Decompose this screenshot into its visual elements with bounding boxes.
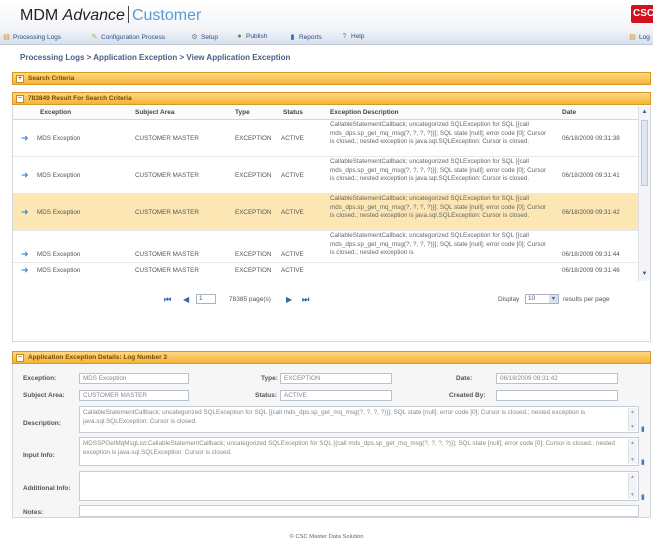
col-exception[interactable]: Exception bbox=[40, 109, 71, 116]
col-description[interactable]: Exception Description bbox=[330, 109, 399, 116]
csc-logo: CSC bbox=[631, 5, 653, 23]
prev-page-icon[interactable]: ◀ bbox=[183, 295, 189, 304]
col-status[interactable]: Status bbox=[283, 109, 303, 116]
log-icon: ▤ bbox=[629, 34, 636, 41]
input-info-label: Input Info: bbox=[23, 452, 55, 459]
configuration-icon: ✎ bbox=[91, 34, 98, 41]
gear-icon: ⚙ bbox=[191, 34, 198, 41]
resize-icon[interactable]: ▮ bbox=[641, 458, 645, 466]
scroll-down-icon[interactable]: ▼ bbox=[640, 270, 649, 279]
col-type[interactable]: Type bbox=[235, 109, 250, 116]
table-row[interactable]: ➜ MDS Exception CUSTOMER MASTER EXCEPTIO… bbox=[13, 120, 638, 157]
type-label: Type: bbox=[261, 375, 278, 382]
nav-log[interactable]: ▤ Log bbox=[628, 33, 650, 41]
chevron-down-icon[interactable]: ▼ bbox=[549, 295, 558, 303]
scroll-up-icon[interactable]: ▲ bbox=[640, 108, 649, 117]
nav-publish[interactable]: ● Publish bbox=[235, 33, 267, 40]
app-header: MDM Advance Customer CSC bbox=[0, 0, 653, 31]
description-label: Description: bbox=[23, 420, 61, 427]
results-scrollbar[interactable]: ▲ ▼ bbox=[638, 106, 650, 281]
footer: © CSC Master Data Solution bbox=[289, 534, 364, 540]
nav-help[interactable]: ? Help bbox=[340, 33, 365, 40]
status-label: Status: bbox=[255, 392, 278, 399]
display-label: Display bbox=[498, 296, 520, 303]
resize-icon[interactable]: ▮ bbox=[641, 425, 645, 433]
resize-icon[interactable]: ▮ bbox=[641, 493, 645, 501]
table-row[interactable]: ➜ MDS Exception CUSTOMER MASTER EXCEPTIO… bbox=[13, 263, 638, 279]
results-table: Exception Subject Area Type Status Excep… bbox=[12, 106, 651, 342]
type-field[interactable]: EXCEPTION bbox=[280, 373, 392, 384]
arrow-right-icon[interactable]: ➜ bbox=[21, 133, 29, 144]
additional-info-field[interactable] bbox=[79, 471, 639, 501]
arrow-right-icon[interactable]: ➜ bbox=[21, 265, 29, 276]
additional-info-label: Additional Info: bbox=[23, 485, 71, 492]
nav-configuration-process[interactable]: ✎ Configuration Process bbox=[90, 33, 165, 41]
created-by-field[interactable] bbox=[496, 390, 618, 401]
arrow-right-icon[interactable]: ➜ bbox=[21, 207, 29, 218]
arrow-right-icon[interactable]: ➜ bbox=[21, 170, 29, 181]
exception-field[interactable]: MDS Exception bbox=[79, 373, 189, 384]
arrow-right-icon[interactable]: ➜ bbox=[21, 249, 29, 260]
first-page-icon[interactable]: ⏮ bbox=[164, 295, 171, 305]
table-row-selected[interactable]: ➜ MDS Exception CUSTOMER MASTER EXCEPTIO… bbox=[13, 194, 638, 231]
main-nav: ▤ Processing Logs ✎ Configuration Process … bbox=[0, 31, 653, 45]
last-page-icon[interactable]: ⏭ bbox=[302, 295, 309, 305]
page-size-select[interactable]: 10 ▼ bbox=[525, 294, 559, 304]
created-by-label: Created By: bbox=[449, 392, 486, 399]
input-info-field[interactable]: MDSSPGetMqMsgList:CallableStatementCallb… bbox=[79, 437, 639, 466]
description-field[interactable]: CallableStatementCallback; uncategorized… bbox=[79, 406, 639, 433]
brand-name: MDM bbox=[20, 7, 59, 24]
details-panel: Exception: MDS Exception Type: EXCEPTION… bbox=[12, 364, 651, 518]
notes-field[interactable] bbox=[79, 505, 639, 517]
date-field[interactable]: 06/18/2009 09:31:42 bbox=[496, 373, 618, 384]
collapse-icon[interactable]: − bbox=[16, 354, 24, 362]
next-page-icon[interactable]: ▶ bbox=[286, 295, 292, 304]
app-logo: MDM Advance Customer bbox=[20, 6, 201, 25]
col-subject-area[interactable]: Subject Area bbox=[135, 109, 175, 116]
brand-italic: Advance bbox=[62, 7, 125, 24]
search-criteria-header[interactable]: + Search Criteria bbox=[12, 72, 651, 85]
collapse-icon[interactable]: − bbox=[16, 95, 24, 103]
nav-processing-logs[interactable]: ▤ Processing Logs bbox=[2, 33, 61, 41]
expand-icon[interactable]: + bbox=[16, 75, 24, 83]
col-date[interactable]: Date bbox=[562, 109, 576, 116]
module-name: Customer bbox=[131, 7, 202, 24]
pager: ⏮ ◀ 1 78385 page(s) ▶ ⏭ Display 10 ▼ resu… bbox=[13, 292, 638, 308]
nav-setup[interactable]: ⚙ Setup bbox=[190, 33, 218, 41]
page-count: 78385 page(s) bbox=[229, 296, 271, 303]
scroll-thumb[interactable] bbox=[641, 120, 648, 186]
publish-icon: ● bbox=[237, 33, 242, 40]
details-header[interactable]: − Application Exception Details: Log Num… bbox=[12, 351, 651, 364]
table-row[interactable]: ➜ MDS Exception CUSTOMER MASTER EXCEPTIO… bbox=[13, 231, 638, 263]
breadcrumb: Processing Logs > Application Exception … bbox=[20, 53, 291, 62]
status-field[interactable]: ACTIVE bbox=[280, 390, 392, 401]
table-row[interactable]: ➜ MDS Exception CUSTOMER MASTER EXCEPTIO… bbox=[13, 157, 638, 194]
date-label: Date: bbox=[456, 375, 473, 382]
results-header[interactable]: − 783849 Result For Search Criteria bbox=[12, 92, 651, 105]
subject-area-label: Subject Area: bbox=[23, 392, 65, 399]
processing-logs-icon: ▤ bbox=[3, 34, 10, 41]
table-header: Exception Subject Area Type Status Excep… bbox=[13, 106, 638, 120]
nav-reports[interactable]: ▮ Reports bbox=[288, 33, 322, 41]
reports-icon: ▮ bbox=[290, 34, 295, 41]
notes-label: Notes: bbox=[23, 509, 44, 516]
help-icon: ? bbox=[342, 33, 347, 40]
per-page-label: results per page bbox=[563, 296, 610, 303]
exception-label: Exception: bbox=[23, 375, 57, 382]
page-input[interactable]: 1 bbox=[196, 294, 216, 304]
subject-area-field[interactable]: CUSTOMER MASTER bbox=[79, 390, 189, 401]
